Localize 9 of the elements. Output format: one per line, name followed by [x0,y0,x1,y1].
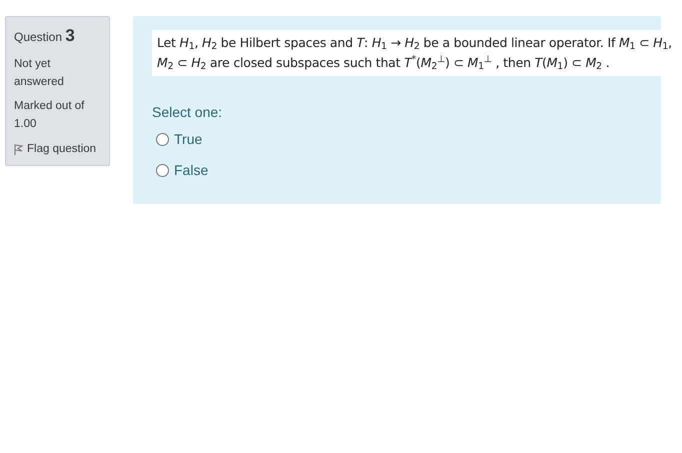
radio-button[interactable] [156,164,169,177]
option-label[interactable]: True [174,129,202,150]
radio-button[interactable] [156,133,169,146]
option-label[interactable]: False [174,160,208,181]
select-prompt: Select one: [152,103,224,122]
flag-question-link[interactable]: Flag question [14,140,101,158]
question-marks: Marked out of 1.00 [14,98,86,132]
question-number: Question 3 [14,25,76,47]
question-state: Not yet answered [14,56,65,90]
